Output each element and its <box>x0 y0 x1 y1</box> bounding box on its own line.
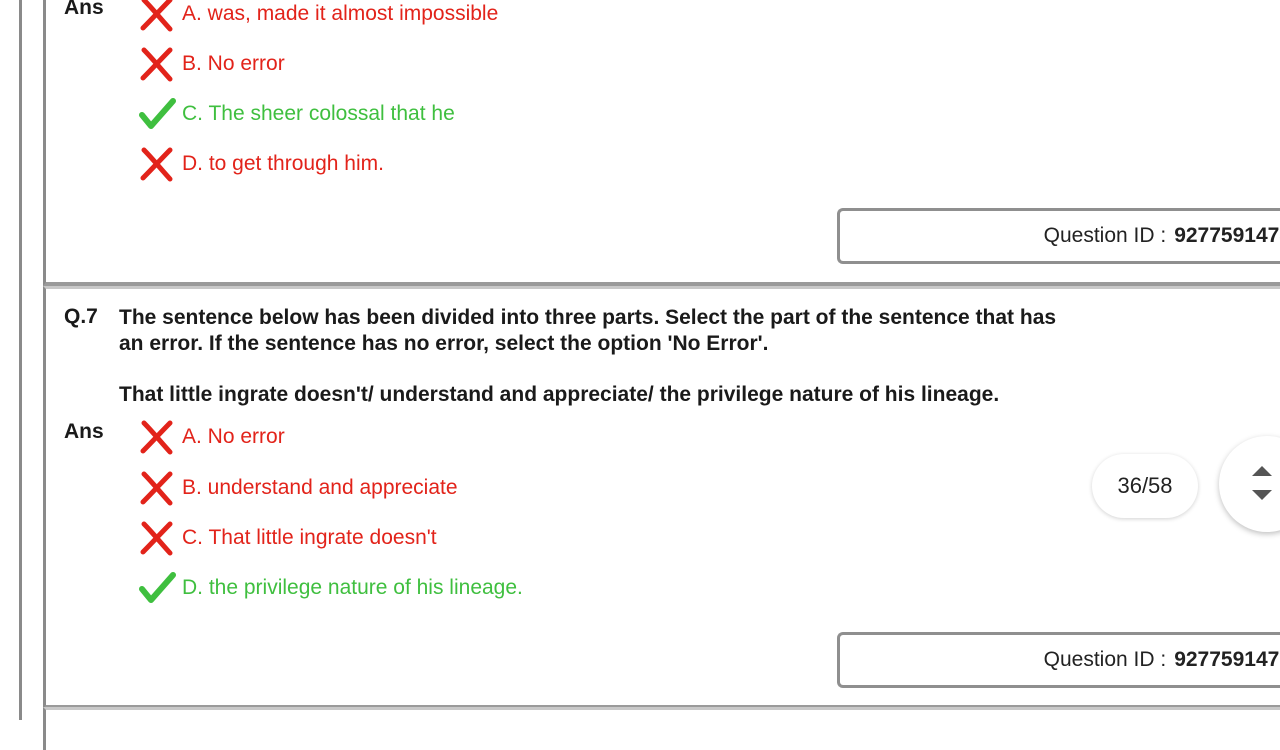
question-number: Q.7 <box>64 305 98 328</box>
cross-icon <box>138 470 176 506</box>
question-id-label: Question ID : <box>1043 224 1167 247</box>
question-id-label: Question ID : <box>1043 648 1167 671</box>
option-c: C. That little ingrate doesn't <box>138 520 437 556</box>
ans-label: Ans <box>64 420 104 443</box>
option-text: D. the privilege nature of his lineage. <box>182 576 523 599</box>
option-text: B. No error <box>182 52 285 75</box>
ans-label: Ans <box>64 0 104 19</box>
check-icon <box>138 96 176 132</box>
cross-icon <box>138 46 176 82</box>
option-b: B. No error <box>138 46 285 82</box>
option-text: C. That little ingrate doesn't <box>182 526 437 549</box>
option-text: B. understand and appreciate <box>182 476 458 499</box>
option-d: D. to get through him. <box>138 146 384 182</box>
question-sentence: That little ingrate doesn't/ understand … <box>119 383 1000 406</box>
up-down-arrows-icon <box>1252 466 1272 500</box>
question-id-value: 9277591472 <box>1174 648 1280 671</box>
left-rail <box>19 0 22 720</box>
question-text: The sentence below has been divided into… <box>119 306 1057 355</box>
question-card-prev: Ans A. was, made it almost impossible B.… <box>43 0 1280 286</box>
question-id-box: Question ID : 9277591473 <box>837 208 1280 264</box>
option-text: C. The sheer colossal that he <box>182 102 455 125</box>
option-a: A. was, made it almost impossible <box>138 0 498 32</box>
option-b: B. understand and appreciate <box>138 470 458 506</box>
question-id-value: 9277591473 <box>1174 224 1280 247</box>
option-d: D. the privilege nature of his lineage. <box>138 570 523 606</box>
page-indicator: 36/58 <box>1092 454 1198 518</box>
option-text: A. was, made it almost impossible <box>182 2 499 25</box>
question-card-next <box>43 707 1280 750</box>
option-text: A. No error <box>182 425 285 448</box>
cross-icon <box>138 0 176 32</box>
cross-icon <box>138 419 176 455</box>
option-a: A. No error <box>138 419 285 455</box>
cross-icon <box>138 146 176 182</box>
option-text: D. to get through him. <box>182 152 384 175</box>
question-id-box: Question ID : 9277591472 <box>837 632 1280 688</box>
option-c: C. The sheer colossal that he <box>138 96 455 132</box>
cross-icon <box>138 520 176 556</box>
check-icon <box>138 570 176 606</box>
